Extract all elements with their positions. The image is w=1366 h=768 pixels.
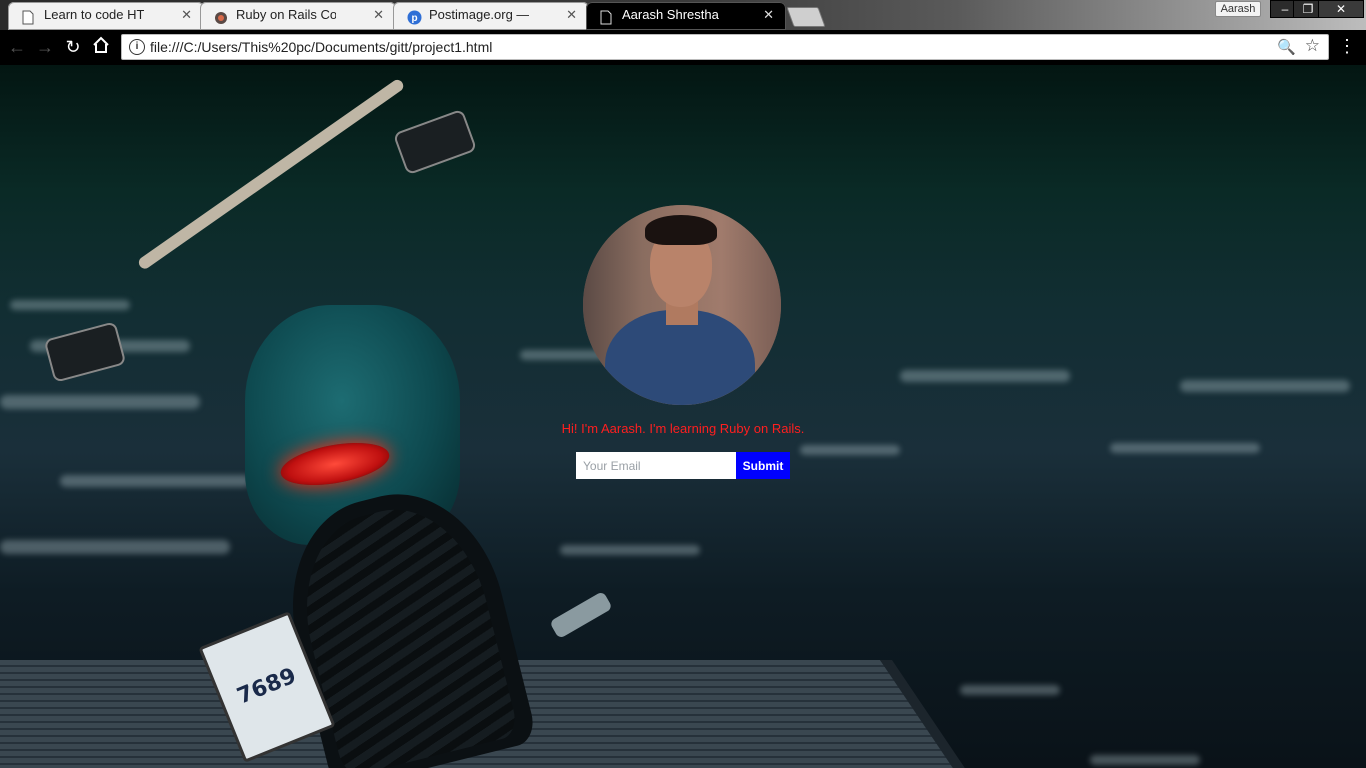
tab-label: Learn to code HTML, CSS — [44, 7, 144, 22]
close-icon[interactable]: ✕ — [181, 2, 192, 28]
new-tab-button[interactable] — [786, 7, 826, 27]
bookmark-star-icon[interactable]: ☆ — [1305, 36, 1320, 56]
tab-aarash-shrestha[interactable]: Aarash Shrestha ✕ — [586, 2, 786, 30]
tab-learn-to-code[interactable]: Learn to code HTML, CSS ✕ — [8, 2, 204, 30]
tab-label: Aarash Shrestha — [622, 7, 719, 22]
browser-menu-icon[interactable]: ⋮ — [1338, 35, 1356, 57]
address-bar[interactable]: i file:///C:/Users/This%20pc/Documents/g… — [121, 34, 1329, 60]
reload-icon[interactable]: ↻ — [62, 36, 84, 58]
svg-text:p: p — [411, 13, 417, 24]
profile-button[interactable]: Aarash — [1215, 1, 1261, 17]
forward-arrow-icon[interactable]: → — [34, 36, 56, 58]
tab-strip: Learn to code HTML, CSS ✕ Ruby on Rails … — [0, 0, 1366, 30]
tab-postimage[interactable]: p Postimage.org — free im ✕ — [393, 2, 589, 30]
info-icon[interactable]: i — [129, 39, 145, 55]
photo-hair — [645, 215, 717, 245]
water-ripple — [0, 540, 230, 554]
water-ripple — [1180, 380, 1350, 392]
water-ripple — [60, 475, 250, 487]
close-icon[interactable]: ✕ — [566, 2, 577, 28]
page-icon — [600, 8, 614, 25]
close-icon[interactable]: ✕ — [373, 2, 384, 28]
intro-tagline: Hi! I'm Aarash. I'm learning Ruby on Rai… — [561, 421, 805, 436]
tab-label: Ruby on Rails Coding Bo — [236, 7, 336, 22]
browser-toolbar: ← → ↻ i file:///C:/Users/This%20pc/Docum… — [0, 30, 1366, 65]
water-ripple — [1090, 755, 1200, 765]
submit-button[interactable]: Submit — [736, 452, 790, 479]
water-ripple — [800, 445, 900, 455]
motorcycle-mirror — [392, 108, 478, 176]
email-field[interactable] — [576, 452, 736, 479]
water-ripple — [0, 395, 200, 409]
page-icon — [22, 8, 36, 25]
water-ripple — [10, 300, 130, 310]
tab-ruby-on-rails[interactable]: Ruby on Rails Coding Bo ✕ — [200, 2, 396, 30]
close-window-button[interactable]: ✕ — [1318, 0, 1364, 18]
motorcycle-exhaust — [549, 590, 613, 640]
tab-label: Postimage.org — free im — [429, 7, 529, 22]
home-icon[interactable] — [90, 36, 112, 58]
water-ripple — [1110, 443, 1260, 453]
back-arrow-icon[interactable]: ← — [6, 36, 28, 58]
zoom-icon[interactable]: 🔍 — [1277, 38, 1296, 56]
close-icon[interactable]: ✕ — [763, 2, 774, 28]
water-ripple — [560, 545, 700, 555]
page-background: 7689 7C Hi! I'm Aarash. I'm learning Rub… — [0, 65, 1366, 768]
water-ripple — [900, 370, 1070, 382]
water-ripple — [960, 685, 1060, 695]
rails-favicon-icon — [214, 8, 228, 24]
profile-photo — [583, 205, 781, 405]
motorcycle-mirror — [43, 321, 127, 383]
motorcycle-handlebar — [136, 77, 406, 271]
postimage-favicon-icon: p — [407, 8, 422, 25]
address-url[interactable]: file:///C:/Users/This%20pc/Documents/git… — [150, 35, 492, 59]
